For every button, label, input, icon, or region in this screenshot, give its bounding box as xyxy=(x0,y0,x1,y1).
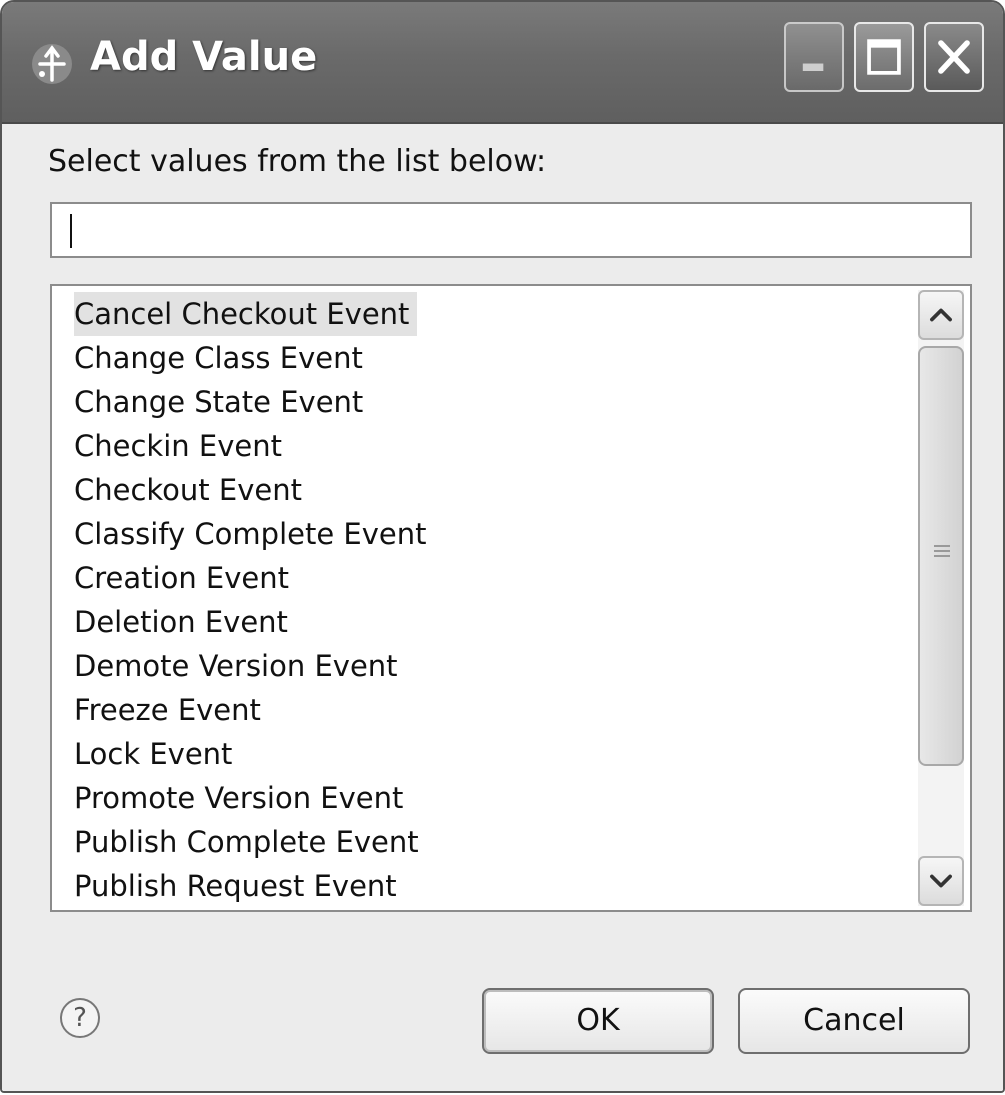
filter-input[interactable] xyxy=(52,204,970,256)
close-icon xyxy=(938,40,970,74)
list-item-label: Demote Version Event xyxy=(74,649,398,683)
list-item[interactable]: Classify Complete Event xyxy=(68,512,908,556)
minimize-icon xyxy=(802,63,824,71)
list-item-label: Publish Request Event xyxy=(74,869,397,903)
list-item[interactable]: Change Class Event xyxy=(68,336,908,380)
list-item[interactable]: Change State Event xyxy=(68,380,908,424)
list-item-label: Cancel Checkout Event xyxy=(74,292,418,336)
list-item-label: Creation Event xyxy=(74,561,289,595)
list-item-label: Change Class Event xyxy=(74,341,363,375)
maximize-icon xyxy=(867,39,901,75)
close-button[interactable] xyxy=(924,22,984,92)
scroll-down-button[interactable] xyxy=(918,856,964,906)
cancel-button[interactable]: Cancel xyxy=(738,988,970,1054)
help-icon[interactable]: ? xyxy=(60,998,100,1038)
title-bar[interactable]: Add Value xyxy=(2,2,1003,124)
list-item-label: Lock Event xyxy=(74,737,233,771)
list-item-label: Checkin Event xyxy=(74,429,282,463)
values-list[interactable]: Cancel Checkout Event Change Class Event C… xyxy=(68,292,908,908)
filter-field[interactable] xyxy=(50,202,972,258)
chevron-down-icon xyxy=(930,874,952,888)
text-caret xyxy=(70,214,72,248)
list-item[interactable]: Publish Request Event xyxy=(68,864,908,908)
scroll-up-button[interactable] xyxy=(918,290,964,340)
list-item[interactable]: Deletion Event xyxy=(68,600,908,644)
list-item-label: Checkout Event xyxy=(74,473,302,507)
list-item[interactable]: Checkin Event xyxy=(68,424,908,468)
list-item[interactable]: Creation Event xyxy=(68,556,908,600)
list-item[interactable]: Publish Complete Event xyxy=(68,820,908,864)
list-item[interactable]: Lock Event xyxy=(68,732,908,776)
list-item-label: Classify Complete Event xyxy=(74,517,427,551)
app-icon xyxy=(32,44,72,84)
list-item[interactable]: Checkout Event xyxy=(68,468,908,512)
list-item[interactable]: Demote Version Event xyxy=(68,644,908,688)
list-item-label: Change State Event xyxy=(74,385,364,419)
ok-button[interactable]: OK xyxy=(482,988,714,1054)
prompt-label: Select values from the list below: xyxy=(48,144,547,179)
list-item[interactable]: Promote Version Event xyxy=(68,776,908,820)
list-item-label: Publish Complete Event xyxy=(74,825,419,859)
add-value-dialog: Add Value Select values from the list be… xyxy=(0,0,1005,1093)
values-listbox[interactable]: Cancel Checkout Event Change Class Event C… xyxy=(50,284,972,912)
minimize-button[interactable] xyxy=(784,22,844,92)
list-item-label: Freeze Event xyxy=(74,693,261,727)
vertical-scrollbar[interactable] xyxy=(918,290,964,906)
dialog-body: Select values from the list below: Cance… xyxy=(2,124,1003,1091)
window-title: Add Value xyxy=(90,34,318,80)
scrollbar-thumb[interactable] xyxy=(918,346,964,766)
maximize-button[interactable] xyxy=(854,22,914,92)
list-item[interactable]: Cancel Checkout Event xyxy=(68,292,908,336)
list-item[interactable]: Freeze Event xyxy=(68,688,908,732)
list-item-label: Deletion Event xyxy=(74,605,288,639)
grip-icon xyxy=(934,545,950,557)
list-item-label: Promote Version Event xyxy=(74,781,404,815)
chevron-up-icon xyxy=(930,308,952,322)
